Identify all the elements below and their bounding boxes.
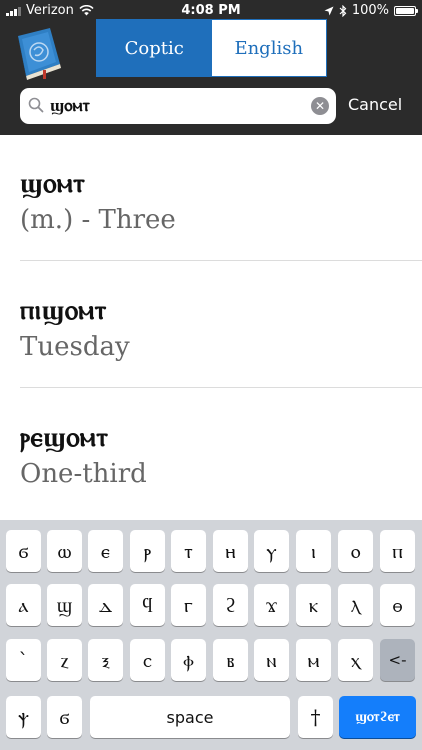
key[interactable]: ⲛ [254,639,289,681]
key[interactable]: ϥ [130,584,165,626]
row-divider [20,260,422,261]
row-divider [20,387,422,388]
search-input[interactable] [50,92,300,120]
result-meaning: (m.) - Three [20,205,176,235]
result-meaning: Tuesday [20,332,130,362]
segment-coptic[interactable]: Coptic [97,20,212,76]
backspace-key[interactable]: <- [380,639,415,681]
language-segmented-control: Coptic English [96,19,327,77]
key[interactable]: ` [6,639,41,681]
results-list: ϣⲟⲙⲧ (m.) - Three ⲡⲓϣⲟⲙⲧ Tuesday ⲣⲉϣⲟⲙⲧ … [0,135,422,520]
top-bar: Verizon 4:08 PM 100% Coptic English ϣⲟⲙⲧ… [0,0,422,135]
key[interactable]: ⲑ [380,584,415,626]
clear-search-icon[interactable]: ✕ [311,97,329,115]
key[interactable]: ⲏ [213,530,248,572]
bluetooth-icon [339,4,347,17]
key[interactable]: ϫ [254,584,289,626]
coptic-dictionary-book-icon[interactable] [10,24,66,80]
search-bar: ✕ [20,88,336,124]
key[interactable]: ⲱ [47,530,82,572]
key[interactable]: ⲥ [130,639,165,681]
key[interactable]: ⲓ [296,530,331,572]
coptic-keyboard: ϭ ⲱ ⲉ ⲣ ⲧ ⲏ ⲩ ⲓ ⲟ ⲡ ⲁ ϣ ⲇ ϥ ⲅ ϩ ϫ ⲕ ⲗ ⲑ … [0,520,422,750]
key[interactable]: ⲉ [88,530,123,572]
cancel-button[interactable]: Cancel [348,95,402,114]
key[interactable]: ⲫ [171,639,206,681]
result-word: ⲡⲓϣⲟⲙⲧ [20,295,107,326]
key[interactable]: ⲡ [380,530,415,572]
battery-fill [396,7,414,14]
battery-percent: 100% [351,3,389,18]
key[interactable]: ⲩ [254,530,289,572]
key[interactable]: ⲅ [171,584,206,626]
key[interactable]: ⲣ [130,530,165,572]
key[interactable]: ϣ [47,584,82,626]
key[interactable]: ⲍ [47,639,82,681]
result-row[interactable]: ⲣⲉϣⲟⲙⲧ One-third [20,389,422,515]
result-word: ϣⲟⲙⲧ [20,168,86,199]
key[interactable]: ⲁ [6,584,41,626]
key[interactable]: ⲭ [338,639,373,681]
search-icon [28,97,44,113]
result-row[interactable]: ϣⲟⲙⲧ (m.) - Three [20,135,422,261]
result-word: ⲣⲉϣⲟⲙⲧ [20,422,109,453]
result-row[interactable]: ⲡⲓϣⲟⲙⲧ Tuesday [20,262,422,388]
key[interactable]: ϭ [6,530,41,572]
key-dagger[interactable]: † [298,696,333,738]
space-key[interactable]: space [90,696,290,738]
search-key[interactable]: ϣⲟⲧϩⲉⲧ [339,696,416,738]
segment-english[interactable]: English [211,20,326,76]
location-icon [324,6,334,15]
key[interactable]: ⲇ [88,584,123,626]
key[interactable]: ⲕ [296,584,331,626]
key[interactable]: ⲟ [338,530,373,572]
status-right: 100% [324,3,418,18]
battery-icon [394,5,418,16]
key[interactable]: ⲙ [296,639,331,681]
key[interactable]: ⲃ [213,639,248,681]
key[interactable]: ⲗ [338,584,373,626]
key[interactable]: ⲝ [88,639,123,681]
key[interactable]: ϩ [213,584,248,626]
result-meaning: One-third [20,459,147,489]
key-psi[interactable]: ⲯ [6,696,41,738]
key[interactable]: ⲧ [171,530,206,572]
key-shima[interactable]: ϭ [47,696,82,738]
